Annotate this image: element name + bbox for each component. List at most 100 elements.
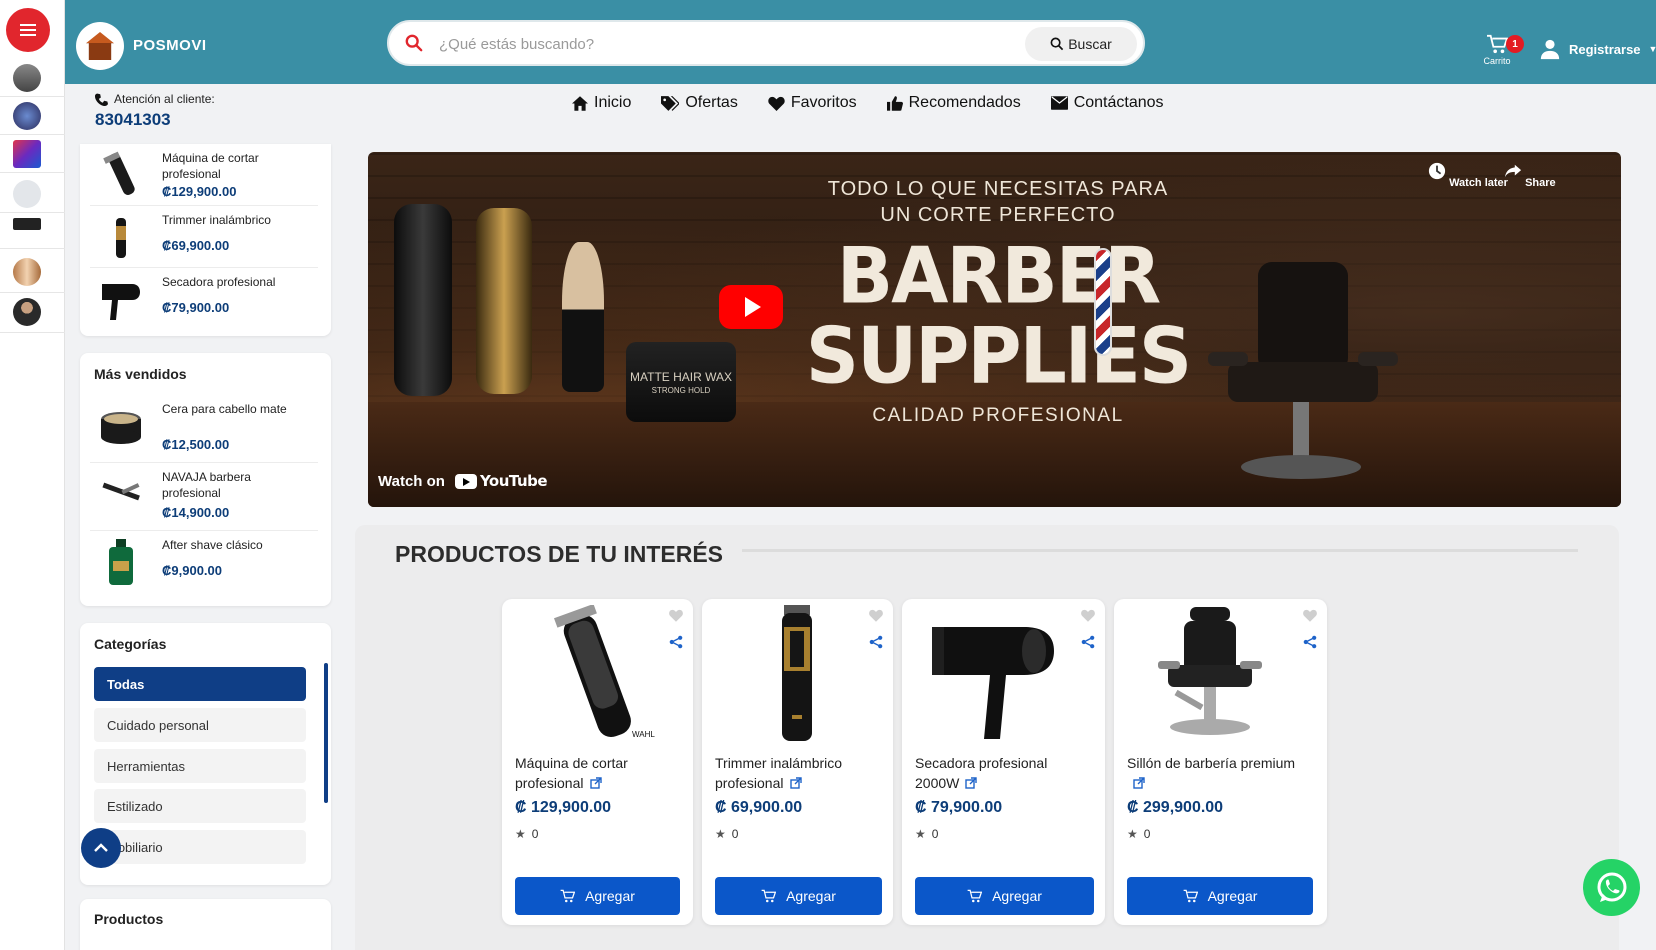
nav-item-recomendados[interactable]: Recomendados [886, 94, 1021, 112]
search-input[interactable] [439, 30, 979, 58]
external-link-icon[interactable] [589, 777, 602, 789]
section-divider [742, 549, 1578, 552]
customer-service-text: Atención al cliente: [114, 92, 215, 106]
rail-thumb-6[interactable] [13, 258, 41, 286]
category-todas[interactable]: Todas [94, 667, 306, 701]
menu-icon [20, 29, 36, 31]
heart-icon[interactable] [1303, 609, 1317, 622]
rail-thumb-3[interactable] [13, 140, 41, 168]
star-icon: ★ [715, 827, 726, 841]
rail-thumb-5[interactable] [13, 218, 41, 230]
nav-item-inicio[interactable]: Inicio [572, 94, 631, 112]
rail-divider [0, 332, 65, 333]
whatsapp-chat-button[interactable] [1583, 859, 1640, 916]
register-menu[interactable]: Registrarse ▼ [1539, 38, 1656, 60]
hair-dryer-image [932, 627, 1054, 739]
category-cuidado-personal[interactable]: Cuidado personal [94, 708, 306, 742]
product-name[interactable]: Máquina de cortar profesional [515, 753, 685, 793]
scroll-to-top-button[interactable] [81, 828, 121, 868]
product-card[interactable]: Secadora profesional 2000W ₡ 79,900.00 ★… [902, 599, 1105, 925]
rail-thumb-7[interactable] [13, 298, 41, 326]
product-card[interactable]: Trimmer inalámbrico profesional ₡ 69,900… [702, 599, 893, 925]
product-card[interactable]: WAHL Máquina de cortar profesional ₡ 129… [502, 599, 693, 925]
share-icon[interactable] [869, 635, 883, 649]
list-item[interactable]: Cera para cabello mate ₡12,500.00 [90, 395, 318, 463]
whatsapp-icon [1597, 872, 1626, 902]
product-name[interactable]: Secadora profesional 2000W [915, 753, 1085, 793]
brand-logo[interactable] [76, 22, 124, 70]
add-to-cart-button[interactable]: Agregar [915, 877, 1094, 915]
search-button-label: Buscar [1068, 36, 1112, 52]
list-item[interactable]: NAVAJA barbera profesional ₡14,900.00 [90, 463, 318, 531]
product-name-text: Trimmer inalámbrico profesional [715, 755, 843, 791]
share-icon[interactable] [1303, 635, 1317, 649]
watch-later-button[interactable]: Watch later [1428, 162, 1508, 189]
nav-item-contactanos[interactable]: Contáctanos [1050, 94, 1164, 112]
customer-service-label: Atención al cliente: [95, 92, 215, 106]
category-herramientas[interactable]: Herramientas [94, 749, 306, 783]
product-card[interactable]: Sillón de barbería premium ₡ 299,900.00 … [1114, 599, 1327, 925]
category-estilizado[interactable]: Estilizado [94, 789, 306, 823]
categories-title: Categorías [94, 636, 167, 652]
add-label: Agregar [1207, 888, 1258, 904]
nav-label: Inicio [594, 94, 632, 111]
youtube-label: YouTube [479, 472, 548, 490]
list-item[interactable]: Secadora profesional ₡79,900.00 [90, 268, 318, 330]
share-icon[interactable] [1081, 635, 1095, 649]
categories-scrollbar[interactable] [324, 663, 328, 803]
youtube-play-icon [454, 473, 477, 489]
wax-tin-image: MATTE HAIR WAX STRONG HOLD [626, 342, 736, 422]
watch-on-youtube-link[interactable]: Watch on YouTube [378, 472, 548, 490]
category-mobiliario[interactable]: Mobiliario [94, 830, 306, 864]
wax-tin-thumbnail [101, 412, 141, 444]
product-name[interactable]: Sillón de barbería premium [1127, 753, 1297, 793]
add-to-cart-button[interactable]: Agregar [515, 877, 680, 915]
list-item[interactable]: Máquina de cortar profesional ₡129,900.0… [90, 144, 318, 206]
nav-label: Recomendados [908, 94, 1021, 111]
share-video-button[interactable]: Share [1504, 162, 1556, 189]
hamburger-menu-button[interactable] [6, 8, 50, 52]
products-panel: Productos [80, 899, 331, 950]
nav-label: Ofertas [685, 94, 738, 111]
watch-later-label: Watch later [1449, 177, 1508, 189]
barber-pole-icon [1094, 248, 1112, 356]
rail-thumb-1[interactable] [13, 64, 41, 92]
rail-thumb-4[interactable] [13, 180, 41, 208]
promo-video[interactable]: MATTE HAIR WAX STRONG HOLD TODO LO QUE N… [368, 152, 1621, 507]
wax-label: MATTE HAIR WAX [630, 370, 732, 384]
add-to-cart-button[interactable]: Agregar [715, 877, 882, 915]
external-link-icon[interactable] [965, 777, 978, 789]
search-button[interactable]: Buscar [1025, 27, 1137, 61]
share-icon[interactable] [669, 635, 683, 649]
video-title-1: BARBER [836, 230, 1162, 322]
external-link-icon[interactable] [789, 777, 802, 789]
product-name: Trimmer inalámbrico [162, 213, 271, 227]
list-item[interactable]: After shave clásico ₡9,900.00 [90, 531, 318, 599]
nav-item-ofertas[interactable]: Ofertas [661, 94, 738, 112]
video-play-button[interactable] [719, 285, 783, 329]
heart-icon[interactable] [869, 609, 883, 622]
heart-icon[interactable] [1081, 609, 1095, 622]
list-item[interactable]: Trimmer inalámbrico ₡69,900.00 [90, 206, 318, 268]
razor-thumbnail [102, 482, 140, 501]
product-price: ₡14,900.00 [162, 505, 230, 520]
nav-item-favoritos[interactable]: Favoritos [768, 94, 857, 112]
add-label: Agregar [786, 888, 836, 904]
search-bar: Buscar [387, 20, 1145, 66]
cart-plus-icon [967, 889, 983, 903]
heart-icon[interactable] [669, 609, 683, 622]
add-to-cart-button[interactable]: Agregar [1127, 877, 1313, 915]
product-name[interactable]: Trimmer inalámbrico profesional [715, 753, 885, 793]
customer-service-phone[interactable]: 83041303 [95, 110, 171, 130]
add-label: Agregar [585, 888, 635, 904]
external-link-icon[interactable] [1133, 777, 1145, 789]
cart-plus-icon [761, 889, 777, 903]
shaving-brush-image [562, 242, 604, 392]
rail-divider [0, 96, 65, 97]
rail-thumb-2[interactable] [13, 102, 41, 130]
cart-plus-icon [1183, 889, 1198, 903]
nav-label: Favoritos [790, 94, 857, 111]
brand-name[interactable]: POSMOVI [133, 37, 207, 54]
house-logo-icon [86, 32, 114, 60]
add-label: Agregar [992, 888, 1042, 904]
